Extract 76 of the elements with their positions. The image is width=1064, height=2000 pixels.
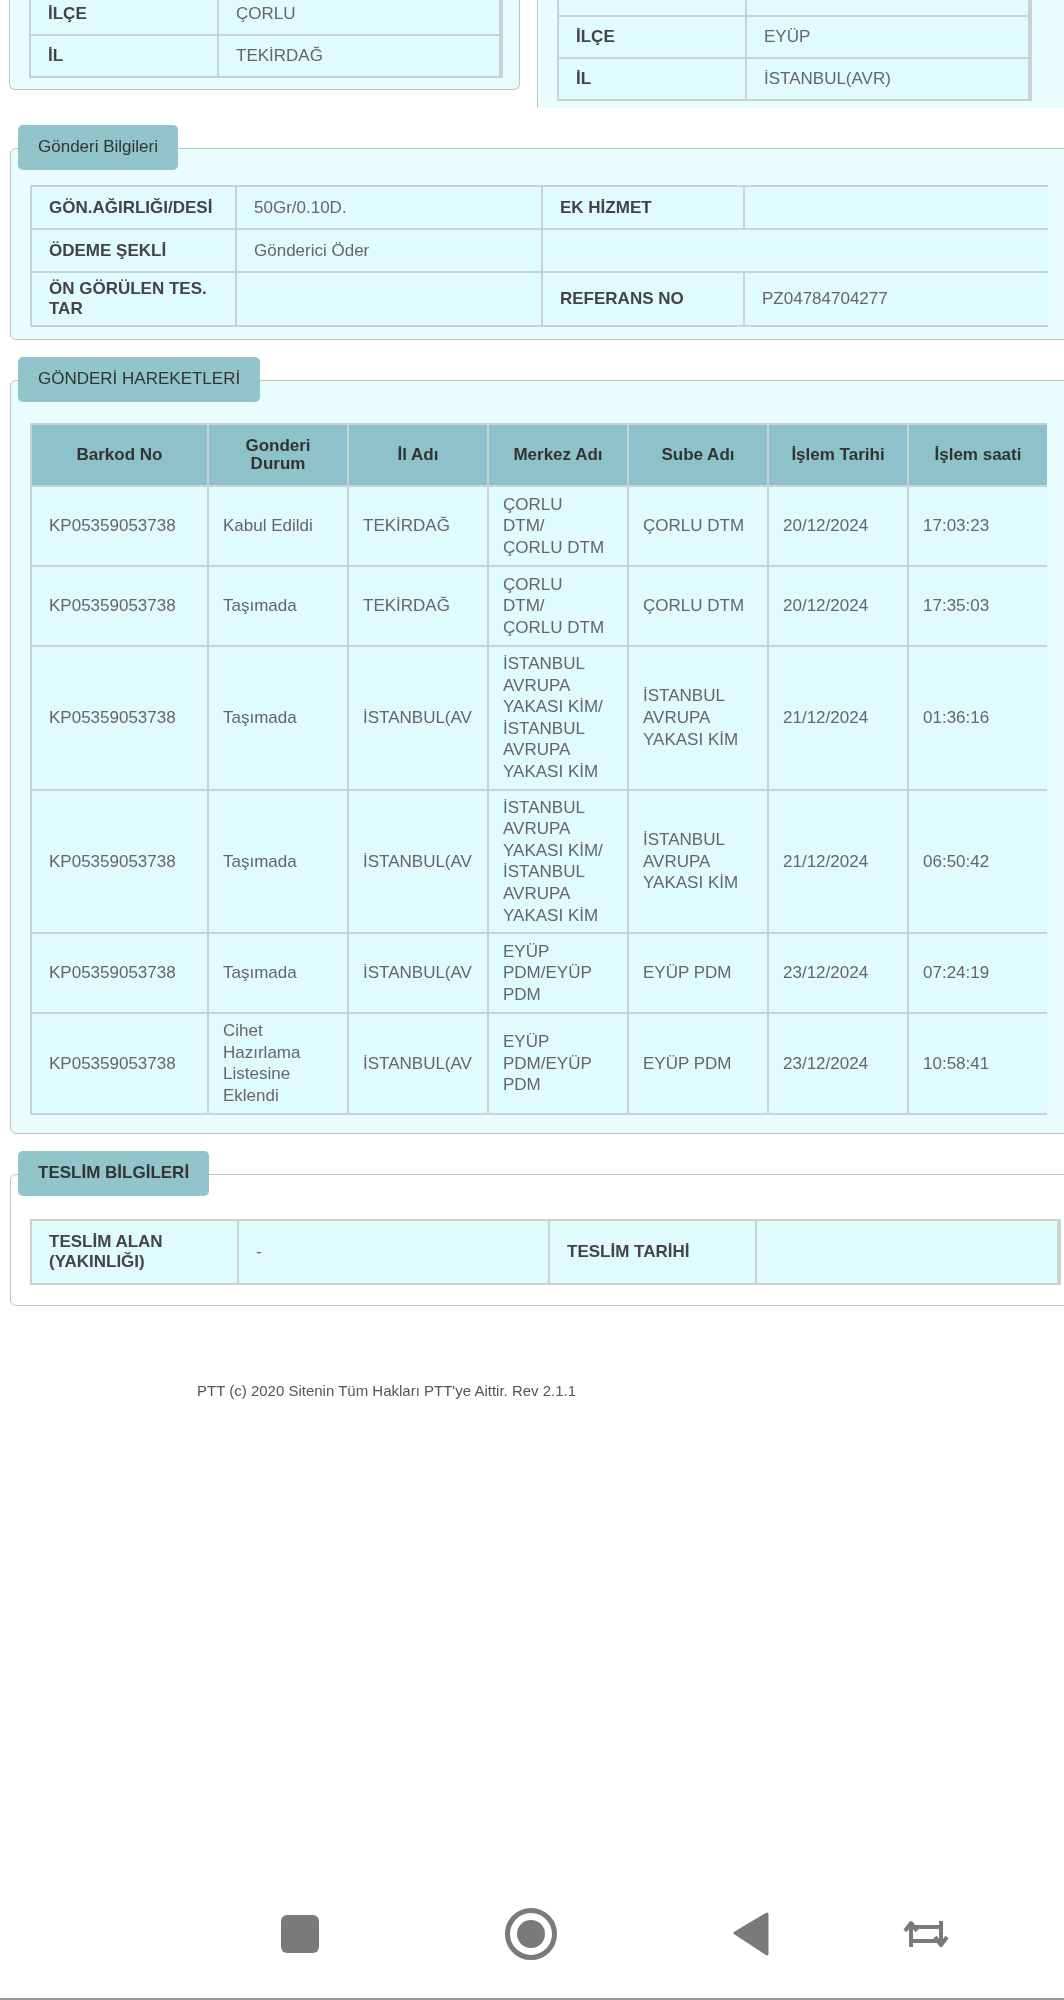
field-label: EK HİZMET <box>543 187 743 228</box>
table-cell: Taşımada <box>209 647 347 789</box>
table-cell: 17:35:03 <box>909 567 1047 645</box>
back-icon[interactable] <box>733 1912 769 1956</box>
column-header: İşlem Tarihi <box>769 425 907 485</box>
table-cell: EYÜP PDM/EYÜP PDM <box>489 1014 627 1113</box>
table-cell: İSTANBUL(AV <box>349 790 487 933</box>
table-cell: 17:03:23 <box>909 487 1047 565</box>
field-label: İL <box>559 59 745 99</box>
table-cell: Taşımada <box>209 567 347 645</box>
field-label: ÖN GÖRÜLEN TES. TAR <box>32 273 235 325</box>
table-cell: 01:36:16 <box>909 647 1047 789</box>
section-title: Gönderi Bilgileri <box>18 125 178 170</box>
table-cell: KP05359053738 <box>32 647 207 789</box>
table-cell: KP05359053738 <box>32 567 207 645</box>
field-value: PZ04784704277 <box>745 273 1048 325</box>
home-icon[interactable] <box>505 1908 557 1960</box>
table-cell: EYÜP PDM <box>629 934 767 1013</box>
field-label: GÖN.AĞIRLIĞI/DESİ <box>32 187 235 228</box>
table-cell: 06:50:42 <box>909 790 1047 933</box>
table-cell: KP05359053738 <box>32 934 207 1013</box>
table-cell: KP05359053738 <box>32 1014 207 1113</box>
table-cell: KP05359053738 <box>32 790 207 933</box>
table-cell: ÇORLU DTM/ ÇORLU DTM <box>489 487 627 565</box>
table-cell: Cihet Hazırlama Listesine Eklendi <box>209 1014 347 1113</box>
field-value: TEKİRDAĞ <box>219 36 499 76</box>
table-cell: İSTANBUL(AV <box>349 934 487 1013</box>
section-title: TESLİM BİLGİLERİ <box>18 1150 210 1196</box>
rotate-icon[interactable] <box>903 1919 949 1949</box>
table-cell: İSTANBUL AVRUPA YAKASI KİM/ İSTANBUL AVRUPA YAKASI KİM <box>489 647 627 789</box>
table-cell: İSTANBUL(AV <box>349 647 487 789</box>
column-header: Barkod No <box>32 425 207 485</box>
column-header: Sube Adı <box>629 425 767 485</box>
field-label: İLÇE <box>559 17 745 57</box>
table-cell: Kabul Edildi <box>209 487 347 565</box>
section-title: GÖNDERİ HAREKETLERİ <box>18 357 261 402</box>
table-cell: EYÜP PDM/EYÜP PDM <box>489 934 627 1013</box>
field-value: ÇORLU <box>219 0 499 34</box>
copyright-text: PTT (c) 2020 Sitenin Tüm Hakları PTT'ye Aittir. Rev 2.1.1 <box>197 1381 577 1399</box>
field-label: TESLİM TARİHİ <box>550 1220 755 1283</box>
table-cell: 07:24:19 <box>909 934 1047 1013</box>
field-label: ÖDEME ŞEKLİ <box>32 230 235 271</box>
square-icon[interactable] <box>281 1915 319 1953</box>
table-cell: Taşımada <box>209 790 347 933</box>
table-cell: 20/12/2024 <box>769 567 907 645</box>
table-cell: 20/12/2024 <box>769 487 907 565</box>
table-cell: 10:58:41 <box>909 1014 1047 1113</box>
field-value: 50Gr/0.10D. <box>237 187 541 228</box>
field-label: REFERANS NO <box>543 273 743 325</box>
field-value: - <box>239 1220 548 1283</box>
column-header: İşlem saati <box>909 425 1047 485</box>
table-cell: 23/12/2024 <box>769 934 907 1013</box>
column-header: Gonderi Durum <box>209 425 347 485</box>
field-value: İSTANBUL(AVR) <box>747 59 1028 99</box>
table-cell: 23/12/2024 <box>769 1014 907 1113</box>
table-cell: TEKİRDAĞ <box>349 487 487 565</box>
column-header: İl Adı <box>349 425 487 485</box>
table-cell: EYÜP PDM <box>629 1014 767 1113</box>
table-cell: İSTANBUL AVRUPA YAKASI KİM <box>629 647 767 789</box>
field-value: EYÜP <box>747 17 1028 57</box>
table-cell: ÇORLU DTM <box>629 487 767 565</box>
column-header: Merkez Adı <box>489 425 627 485</box>
table-cell: 21/12/2024 <box>769 647 907 789</box>
field-label: İL <box>31 36 217 76</box>
table-cell: İSTANBUL AVRUPA YAKASI KİM <box>629 790 767 933</box>
table-cell: Taşımada <box>209 934 347 1013</box>
table-cell: TEKİRDAĞ <box>349 567 487 645</box>
field-value: Gönderici Öder <box>237 230 541 271</box>
field-label: İLÇE <box>31 0 217 34</box>
table-cell: KP05359053738 <box>32 487 207 565</box>
table-cell: İSTANBUL AVRUPA YAKASI KİM/ İSTANBUL AVRUPA YAKASI KİM <box>489 790 627 933</box>
table-cell: ÇORLU DTM <box>629 567 767 645</box>
field-label: TESLİM ALAN (YAKINLIĞI) <box>32 1220 237 1283</box>
table-cell: 21/12/2024 <box>769 790 907 933</box>
table-cell: İSTANBUL(AV <box>349 1014 487 1113</box>
table-cell: ÇORLU DTM/ ÇORLU DTM <box>489 567 627 645</box>
